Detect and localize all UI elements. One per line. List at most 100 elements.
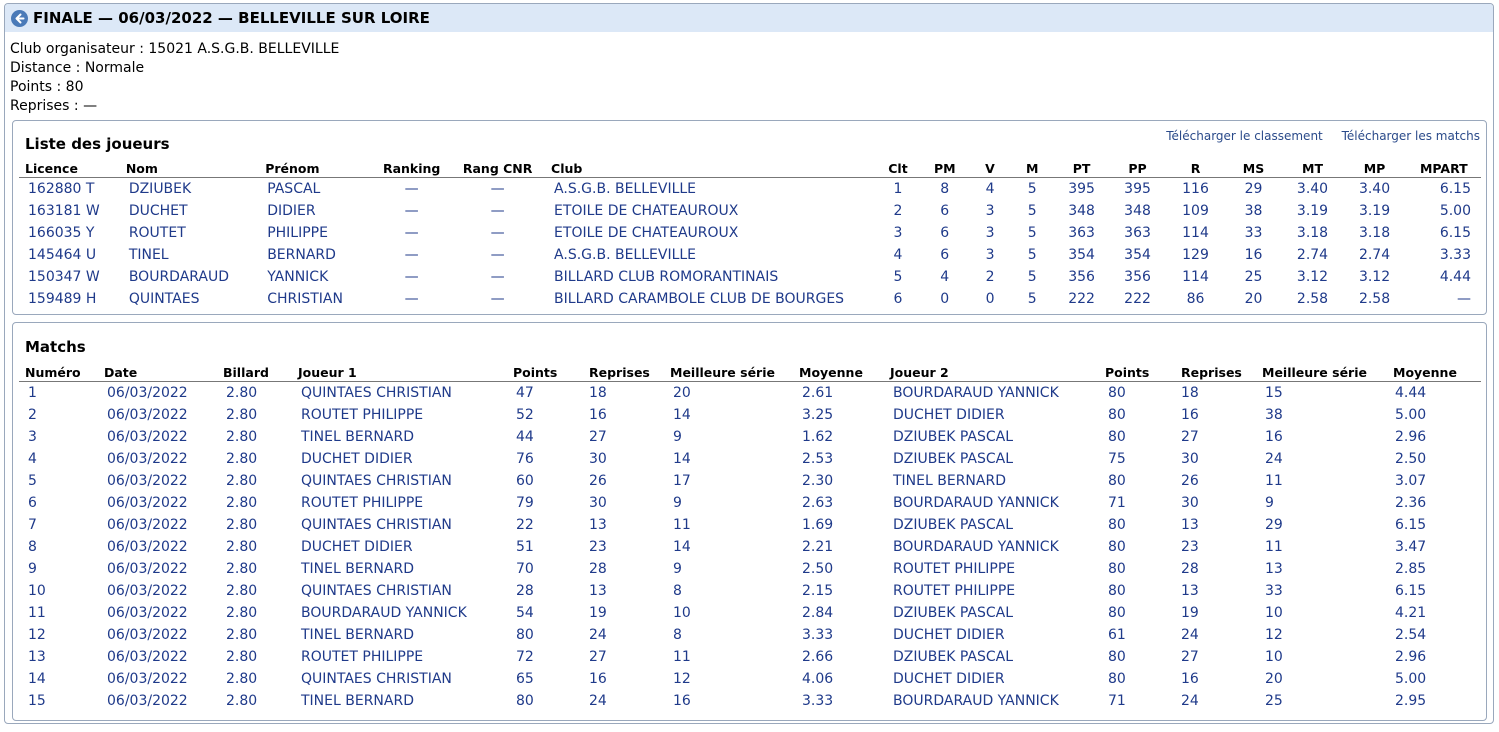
players-cell: CHRISTIAN	[267, 291, 343, 307]
matches-cell: 1	[28, 385, 37, 401]
matches-cell: 33	[1265, 583, 1283, 599]
matches-cell: 13	[1181, 517, 1199, 533]
players-cell: 129	[1182, 247, 1209, 263]
players-cell: 363	[1124, 225, 1151, 241]
matches-cell: 13	[1181, 583, 1199, 599]
download-matches-link[interactable]: Télécharger les matchs	[1342, 129, 1480, 143]
table-row[interactable]: 6 06/03/2022 2.80 ROUTET PHILIPPE 79 30 9 2.63 B…	[19, 492, 1481, 514]
players-header-row: Licence Nom Prénom Ranking Rang CNR Club Clt PM…	[19, 159, 1481, 178]
players-cell: 109	[1182, 203, 1209, 219]
matches-cell: 52	[516, 407, 534, 423]
back-arrow-icon[interactable]	[11, 9, 28, 27]
matches-cell: BOURDARAUD YANNICK	[301, 605, 467, 621]
distance-info: Distance : Normale	[10, 60, 145, 76]
matches-cell: TINEL BERNARD	[301, 561, 414, 577]
table-row[interactable]: 3 06/03/2022 2.80 TINEL BERNARD 44 27 9 1.62 DZI…	[19, 426, 1481, 448]
players-cell: BOURDARAUD	[128, 269, 230, 285]
players-cell: 356	[1068, 269, 1095, 285]
matches-cell: DUCHET DIDIER	[893, 407, 1005, 423]
matches-cell: 65	[516, 671, 534, 687]
table-row[interactable]: 13 06/03/2022 2.80 ROUTET PHILIPPE 72 27 11 2.6…	[19, 646, 1481, 668]
players-col-5: Club	[551, 159, 877, 178]
table-row[interactable]: 2 06/03/2022 2.80 ROUTET PHILIPPE 52 16 14 3.25…	[19, 404, 1481, 426]
players-cell: BILLARD CARAMBOLE CLUB DE BOURGES	[554, 291, 845, 307]
players-col-3: Ranking	[379, 159, 445, 178]
players-panel: Liste des joueurs Télécharger le classem…	[12, 120, 1487, 315]
table-row[interactable]: 8 06/03/2022 2.80 DUCHET DIDIER 51 23 14 2.21 BO…	[19, 536, 1481, 558]
matches-cell: 06/03/2022	[107, 605, 188, 621]
matches-cell: 23	[589, 539, 607, 555]
matches-cell: QUINTAES CHRISTIAN	[301, 517, 452, 533]
matches-cell: DZIUBEK PASCAL	[893, 451, 1013, 467]
players-cell: 6	[940, 225, 950, 241]
table-row[interactable]: 166035 Y ROUTET PHILIPPE — — ETOILE DE CHATEA…	[19, 222, 1481, 244]
table-row[interactable]: 7 06/03/2022 2.80 QUINTAES CHRISTIAN 22 13 11 1…	[19, 514, 1481, 536]
table-row[interactable]: 9 06/03/2022 2.80 TINEL BERNARD 70 28 9 2.50 ROU…	[19, 558, 1481, 580]
players-cell: 222	[1124, 291, 1151, 307]
table-row[interactable]: 1 06/03/2022 2.80 QUINTAES CHRISTIAN 47 18 20 2…	[19, 382, 1481, 405]
matches-cell: 14	[28, 671, 46, 687]
matches-cell: BOURDARAUD YANNICK	[893, 539, 1059, 555]
matches-panel-title: Matchs	[25, 338, 86, 356]
download-ranking-link[interactable]: Télécharger le classement	[1166, 129, 1323, 143]
matches-cell: DUCHET DIDIER	[301, 539, 413, 555]
matches-cell: 80	[516, 627, 534, 643]
matches-cell: 3	[28, 429, 37, 445]
matches-cell: TINEL BERNARD	[301, 429, 414, 445]
table-row[interactable]: 11 06/03/2022 2.80 BOURDARAUD YANNICK 54 19 10…	[19, 602, 1481, 624]
matches-cell: 06/03/2022	[107, 451, 188, 467]
matches-cell: 2.80	[226, 495, 258, 511]
matches-cell: 2.80	[226, 385, 258, 401]
matches-col-5: Reprises	[583, 363, 670, 382]
table-row[interactable]: 4 06/03/2022 2.80 DUCHET DIDIER 76 30 14 2.53 DZ…	[19, 448, 1481, 470]
table-row[interactable]: 163181 W DUCHET DIDIER — — ETOILE DE CHATEAUR…	[19, 200, 1481, 222]
players-col-2: Prénom	[265, 159, 380, 178]
table-row[interactable]: 162880 T DZIUBEK PASCAL — — A.S.G.B. BELLEVIL…	[19, 178, 1481, 201]
table-row[interactable]: 150347 W BOURDARAUD YANNICK — — BILLARD CLUB …	[19, 266, 1481, 288]
matches-cell: 9	[1265, 495, 1274, 511]
table-row[interactable]: 5 06/03/2022 2.80 QUINTAES CHRISTIAN 60 26 17 2…	[19, 470, 1481, 492]
matches-cell: 5.00	[1395, 671, 1427, 687]
matches-cell: 13	[28, 649, 46, 665]
matches-cell: 13	[1265, 561, 1283, 577]
players-col-8: V	[970, 159, 1010, 178]
matches-cell: ROUTET PHILIPPE	[301, 495, 424, 511]
players-cell: —	[404, 225, 419, 241]
matches-cell: 38	[1265, 407, 1283, 423]
players-cell: 4	[985, 181, 995, 197]
players-cell: 354	[1124, 247, 1151, 263]
matches-cell: 75	[1108, 451, 1126, 467]
table-row[interactable]: 145464 U TINEL BERNARD — — A.S.G.B. BELLEVILL…	[19, 244, 1481, 266]
points-info: Points : 80	[10, 79, 84, 95]
players-cell: 4	[893, 247, 903, 263]
players-cell: —	[404, 291, 419, 307]
players-cell: 4	[940, 269, 950, 285]
matches-cell: 2.15	[802, 583, 834, 599]
matches-cell: DZIUBEK PASCAL	[893, 429, 1013, 445]
players-cell: 33	[1244, 225, 1263, 241]
players-cell: 3.19	[1296, 203, 1329, 219]
matches-cell: 19	[589, 605, 607, 621]
players-cell: 4.44	[1439, 269, 1471, 285]
players-cell: 3.40	[1358, 181, 1391, 197]
players-cell: 2	[985, 269, 995, 285]
players-cell: 5	[1027, 247, 1037, 263]
matches-cell: 2.63	[802, 495, 834, 511]
players-cell: —	[490, 269, 505, 285]
table-row[interactable]: 10 06/03/2022 2.80 QUINTAES CHRISTIAN 28 13 8 2…	[19, 580, 1481, 602]
table-row[interactable]: 15 06/03/2022 2.80 TINEL BERNARD 80 24 16 3.33 B…	[19, 690, 1481, 712]
matches-cell: 2.54	[1395, 627, 1427, 643]
matches-cell: 9	[673, 495, 682, 511]
matches-table: Numéro Date Billard Joueur 1 Points Reprises M…	[19, 363, 1481, 712]
players-cell: 114	[1182, 225, 1209, 241]
players-col-14: MT	[1282, 159, 1343, 178]
players-cell: 3.12	[1358, 269, 1391, 285]
players-cell: —	[404, 247, 419, 263]
players-cell: 5	[893, 269, 903, 285]
table-row[interactable]: 159489 H QUINTAES CHRISTIAN — — BILLARD CARAM…	[19, 288, 1481, 310]
table-row[interactable]: 14 06/03/2022 2.80 QUINTAES CHRISTIAN 65 16 12…	[19, 668, 1481, 690]
matches-cell: 11	[673, 649, 691, 665]
matches-cell: 5.00	[1395, 407, 1427, 423]
matches-cell: DZIUBEK PASCAL	[893, 649, 1013, 665]
table-row[interactable]: 12 06/03/2022 2.80 TINEL BERNARD 80 24 8 3.33 DU…	[19, 624, 1481, 646]
